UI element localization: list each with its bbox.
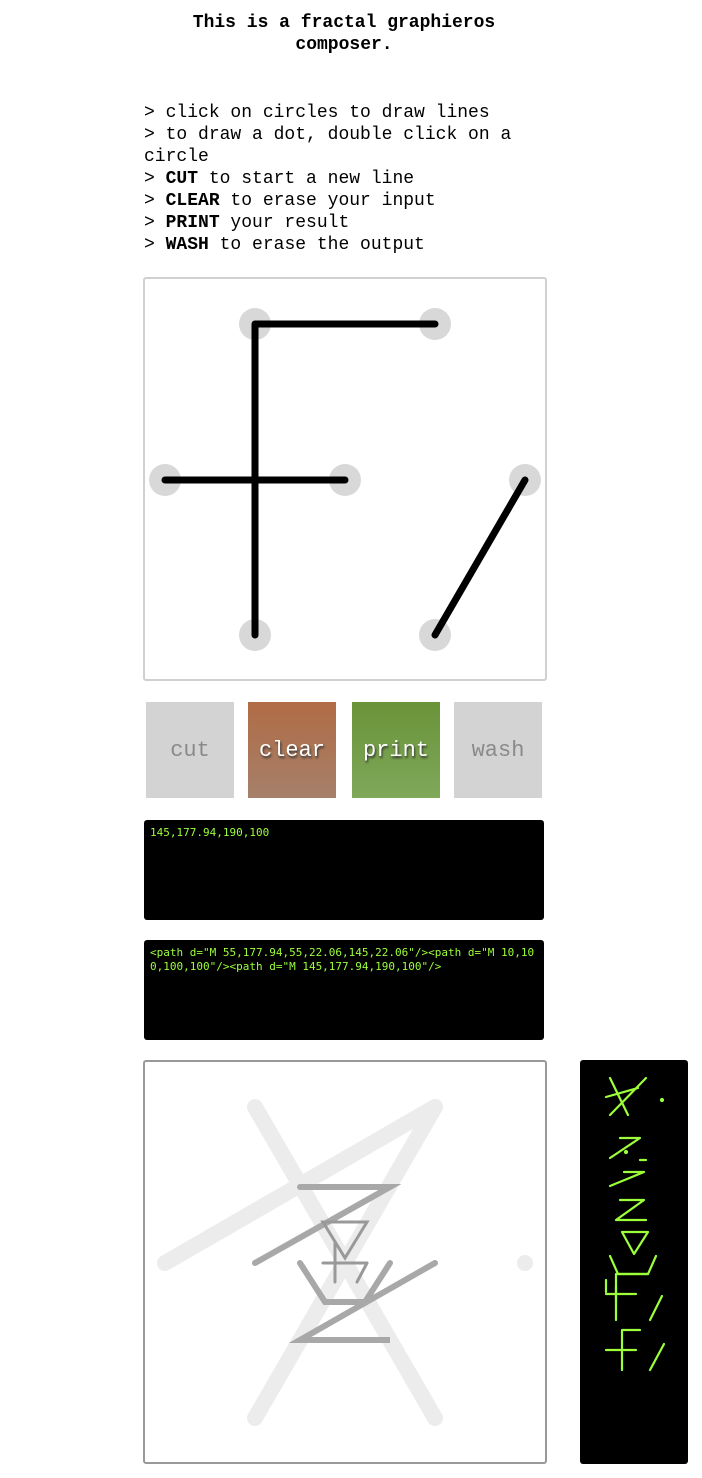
output-glyph xyxy=(623,1149,629,1155)
clear-button[interactable]: clear xyxy=(248,702,336,798)
print-button[interactable]: print xyxy=(352,702,440,798)
output-glyph xyxy=(604,1328,642,1372)
drawing-svg[interactable] xyxy=(145,279,545,679)
drawn-line xyxy=(431,476,529,639)
instruction-line: > PRINT your result xyxy=(144,213,350,233)
coordinates-output: 145,177.94,190,100 xyxy=(144,820,544,920)
wash-button[interactable]: wash xyxy=(454,702,542,798)
output-glyph xyxy=(608,1136,648,1188)
fractal-dot xyxy=(517,1255,533,1271)
instruction-line: > CLEAR to erase your input xyxy=(144,191,436,211)
fractal-preview xyxy=(143,1060,547,1464)
output-glyph xyxy=(648,1294,666,1372)
glyph-output-svg xyxy=(604,1076,666,1372)
output-glyph xyxy=(614,1198,648,1222)
instruction-line: > click on circles to draw lines xyxy=(144,103,490,123)
output-glyph xyxy=(620,1230,650,1256)
path-output: <path d="M 55,177.94,55,22.06,145,22.06"… xyxy=(144,940,544,1040)
fractal-svg xyxy=(157,1099,533,1426)
cut-button[interactable]: cut xyxy=(146,702,234,798)
drawing-canvas[interactable] xyxy=(143,277,547,681)
instructions: > click on circles to draw lines > to dr… xyxy=(144,102,544,256)
instruction-line: > WASH to erase the output xyxy=(144,235,425,255)
page-title: This is a fractal graphieros composer. xyxy=(192,13,496,55)
glyph-output-strip xyxy=(580,1060,688,1464)
output-glyph xyxy=(659,1097,665,1103)
instruction-line: > to draw a dot, double click on a circl… xyxy=(144,125,523,167)
instruction-line: > CUT to start a new line xyxy=(144,169,415,189)
output-glyph xyxy=(604,1272,650,1322)
output-glyph xyxy=(604,1076,648,1117)
